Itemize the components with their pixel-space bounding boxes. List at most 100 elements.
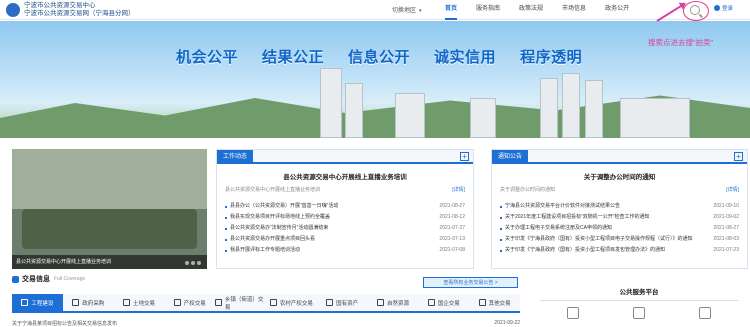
nav-policy[interactable]: 政策法规 [519, 0, 543, 20]
region-label: 切换地区 [392, 8, 417, 14]
detail-link[interactable]: [详情] [726, 186, 739, 193]
list-item[interactable]: 宁海县公共资源交易平台计价软件对接测试结果公告 2021-09-10 [500, 201, 739, 212]
list-item[interactable]: 关于办理工程电子交易系统注册及CA申领的通知 2021-08-27 [500, 223, 739, 234]
site-logo[interactable]: 宁波市公共资源交易中心 宁波市公共资源交易网（宁海县分网） [6, 2, 135, 17]
trade-info-heading: 交易信息 Full Coverage [12, 274, 85, 284]
carousel-dot[interactable] [191, 261, 195, 265]
news-list: 县县办公（公共资源交易）开展“首善一日嗨”活动 2021-08-27 我县实现交易… [217, 201, 473, 256]
land-icon [122, 299, 130, 306]
item-title: 关于办理工程电子交易系统注册及CA申领的通知 [505, 225, 612, 231]
plus-icon[interactable]: + [460, 152, 469, 161]
item-title: 我县实现交易项目开评标场地线上预约全覆盖 [230, 214, 331, 220]
tab-gov-procurement[interactable]: 政府采购 [63, 294, 114, 311]
list-item[interactable]: 县公共资源交易办开展重点项目回头看 2021-07-13 [225, 234, 465, 245]
list-item[interactable]: 我县实现交易项目开评标场地线上预约全覆盖 2021-08-12 [225, 212, 465, 223]
tab-other[interactable]: 其他交易 [469, 294, 520, 311]
service-entry-icon[interactable] [567, 307, 579, 319]
item-title: 关于2021年度工程建设项目招投标“双随机一公开”检查工作的通知 [505, 214, 650, 220]
list-item[interactable]: 县县办公（公共资源交易）开展“首善一日嗨”活动 2021-08-27 [225, 201, 465, 212]
nav-market-info[interactable]: 市场信息 [562, 0, 586, 20]
item-title: 关于印发《宁海县政府（国有）投资小型工程项目电子交易操作规程（试行）》的通知 [505, 236, 693, 242]
building [540, 78, 558, 138]
slogan-fair-opportunity: 机会公平 [176, 49, 239, 66]
carousel-dot[interactable] [185, 261, 189, 265]
slogan-open-info: 信息公开 [348, 49, 411, 66]
service-icon-row [540, 307, 738, 319]
town-icon [215, 299, 222, 306]
item-date: 2021-09-10 [713, 203, 739, 209]
bullet-icon [500, 249, 502, 252]
tab-notices[interactable]: 通知公告 [492, 150, 529, 164]
list-item[interactable]: 我县开展评标工作专题培训活动 2021-07-08 [225, 245, 465, 256]
building [562, 73, 580, 138]
tab-township[interactable]: 乡镇（街道）交易 [215, 294, 266, 311]
document-icon [173, 299, 181, 306]
tab-rural-rights[interactable]: 农村产权交易 [266, 294, 317, 311]
building [585, 80, 603, 138]
featured-news-title[interactable]: 县公共资源交易中心开展线上直播业务培训 [217, 171, 473, 181]
login-link[interactable]: 登录 [714, 4, 733, 12]
panel-header: 通知公告 + [492, 150, 747, 164]
service-title: 公共服务平台 [540, 286, 738, 301]
item-title: 我县开展评标工作专题培训活动 [230, 247, 301, 253]
tab-soe[interactable]: 国企交易 [418, 294, 469, 311]
trade-info-title: 交易信息 [22, 276, 50, 283]
nav-gov-affairs[interactable]: 政务公开 [605, 0, 629, 20]
tab-engineering[interactable]: 工程建设 [12, 294, 63, 311]
tab-land[interactable]: 土地交易 [114, 294, 165, 311]
logo-title-line2: 宁波市公共资源交易网（宁海县分网） [24, 9, 135, 17]
list-item[interactable]: 关于印发《宁海县政府（国有）投资小型工程项目发包管理办法》的通知 2021-07-… [500, 245, 739, 256]
tab-work-news[interactable]: 工作动态 [217, 150, 254, 164]
tab-state-assets[interactable]: 国有资产 [317, 294, 368, 311]
list-item[interactable]: 关于2021年度工程建设项目招投标“双随机一公开”检查工作的通知 2021-09-… [500, 212, 739, 223]
tab-natural-resources[interactable]: 自然资源 [368, 294, 419, 311]
logo-emblem-icon [6, 2, 20, 17]
more-icon [478, 299, 486, 306]
item-date: 2021-09-22 [494, 320, 520, 326]
bullet-icon [500, 238, 502, 241]
trade-info-icon [12, 275, 19, 283]
news-photo-carousel[interactable]: 县公共资源交易中心开展线上直播业务培训 [12, 149, 207, 269]
nav-service-guide[interactable]: 服务指南 [476, 0, 500, 20]
list-item[interactable]: 关于印发《宁海县政府（国有）投资小型工程项目电子交易操作规程（试行）》的通知 20… [500, 234, 739, 245]
service-entry-icon[interactable] [633, 307, 645, 319]
item-date: 2021-07-23 [713, 247, 739, 253]
panel-header: 工作动态 + [217, 150, 473, 164]
item-date: 2021-09-02 [713, 214, 739, 220]
featured-news-summary: 县公共资源交易中心开展线上直播业务培训 [详情] [217, 186, 473, 193]
featured-summary-text: 县公共资源交易中心开展线上直播业务培训 [225, 187, 321, 193]
item-date: 2021-08-27 [713, 225, 739, 231]
tab-property-rights[interactable]: 产权交易 [164, 294, 215, 311]
featured-notice-summary: 关于调整办公时间的通知 [详情] [492, 186, 747, 193]
building [345, 83, 363, 138]
detail-link[interactable]: [详情] [452, 186, 465, 193]
bullet-icon [225, 227, 227, 230]
list-item[interactable]: 关于宁海县某项目招标公告及相关交易信息发布 2021-09-22 [12, 320, 520, 327]
plus-icon[interactable]: + [734, 152, 743, 161]
bullet-icon [225, 249, 227, 252]
item-date: 2021-07-27 [439, 225, 465, 231]
carousel-dots [183, 261, 201, 265]
main-nav: 首页 服务指南 政策法规 市场信息 政务公开 [445, 0, 648, 20]
featured-notice-title[interactable]: 关于调整办公时间的通知 [492, 171, 747, 181]
bullet-icon [225, 238, 227, 241]
login-label: 登录 [722, 6, 734, 12]
meeting-table-image [22, 209, 197, 249]
top-header: 宁波市公共资源交易中心 宁波市公共资源交易网（宁海县分网） 切换地区 ▾ 首页 服… [0, 0, 750, 21]
carousel-dot[interactable] [197, 261, 201, 265]
slogan-fair-result: 结果公正 [262, 49, 325, 66]
view-all-trades-button[interactable]: 查看所有业务交易公告 > [423, 277, 518, 288]
bullet-icon [500, 216, 502, 219]
item-title: 关于印发《宁海县政府（国有）投资小型工程项目发包管理办法》的通知 [505, 247, 666, 253]
hero-banner: 机会公平 结果公正 信息公开 诚实信用 程序透明 [0, 21, 750, 138]
nav-home[interactable]: 首页 [445, 0, 458, 20]
cart-icon [72, 299, 80, 306]
list-item[interactable]: 县公共资源交易办“法制宣传月”活动圆满结束 2021-07-27 [225, 223, 465, 234]
item-title: 关于宁海县某项目招标公告及相关交易信息发布 [12, 321, 118, 327]
logo-title-line1: 宁波市公共资源交易中心 [24, 2, 96, 9]
region-switcher[interactable]: 切换地区 ▾ [392, 5, 422, 14]
featured-summary-text: 关于调整办公时间的通知 [500, 187, 556, 193]
public-service-platform: 公共服务平台 [540, 277, 738, 327]
service-entry-icon[interactable] [699, 307, 711, 319]
bullet-icon [225, 216, 227, 219]
